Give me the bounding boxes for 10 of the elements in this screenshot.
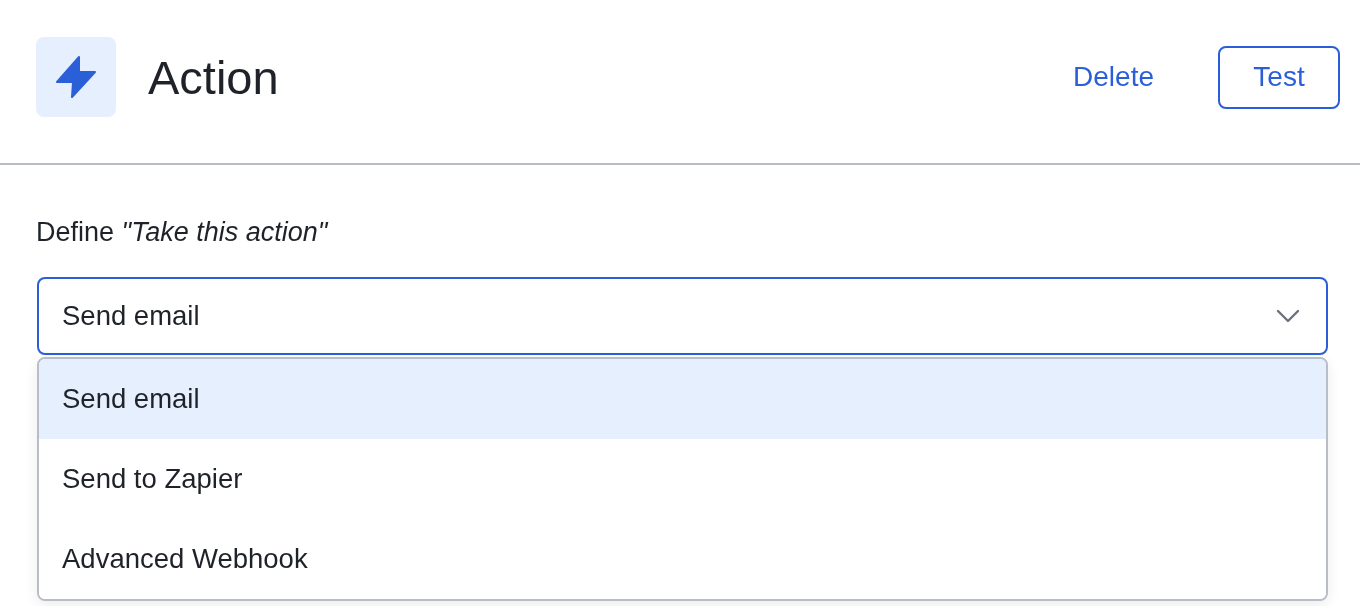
page-title: Action xyxy=(148,53,279,101)
dropdown-option[interactable]: Send email xyxy=(39,359,1326,439)
dropdown-option[interactable]: Advanced Webhook xyxy=(39,519,1326,599)
dropdown-option[interactable]: Send to Zapier xyxy=(39,439,1326,519)
chevron-down-icon xyxy=(1276,309,1300,323)
test-button[interactable]: Test xyxy=(1218,45,1340,109)
delete-link[interactable]: Delete xyxy=(1063,52,1164,102)
action-select[interactable]: Send email xyxy=(37,277,1328,355)
lightning-icon xyxy=(36,37,116,117)
field-label: Define "Take this action" xyxy=(36,217,330,247)
